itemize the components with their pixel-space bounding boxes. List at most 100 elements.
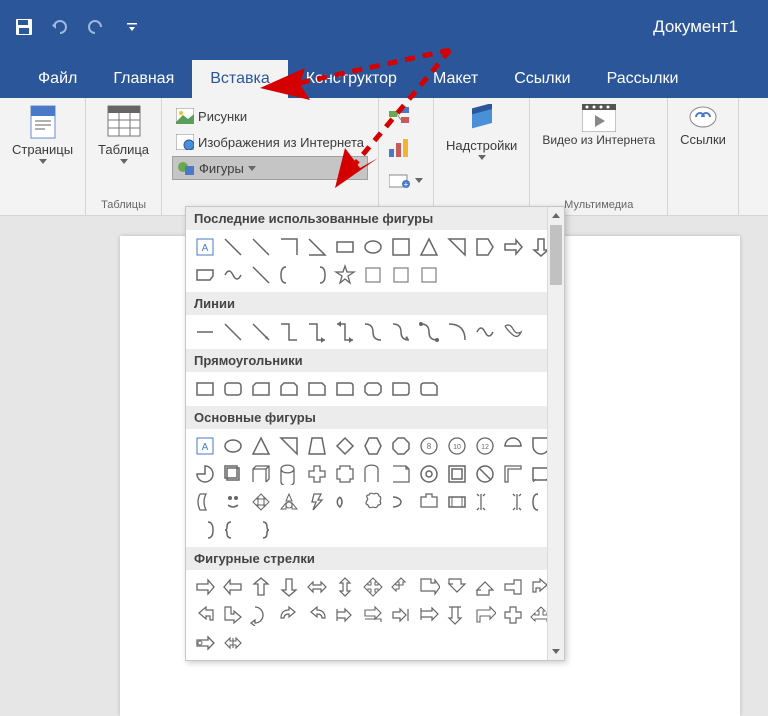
shape-item[interactable]: [276, 234, 302, 260]
shape-item[interactable]: [220, 630, 246, 656]
shape-item[interactable]: [192, 574, 218, 600]
addins-button[interactable]: Надстройки: [442, 102, 521, 162]
shapes-button[interactable]: Фигуры: [172, 156, 368, 180]
shape-item[interactable]: [360, 234, 386, 260]
shape-item[interactable]: [332, 376, 358, 402]
shape-item[interactable]: [416, 461, 442, 487]
tab-mailings[interactable]: Рассылки: [589, 60, 697, 98]
scroll-up-arrow[interactable]: [548, 207, 564, 224]
shape-item[interactable]: [248, 602, 274, 628]
shape-item[interactable]: [360, 461, 386, 487]
online-video-button[interactable]: Видео из Интернета: [538, 102, 659, 149]
shape-item[interactable]: [220, 489, 246, 515]
shapes-scrollbar[interactable]: [547, 207, 564, 660]
shape-item[interactable]: [500, 433, 526, 459]
shape-item[interactable]: [248, 433, 274, 459]
shape-item[interactable]: A: [192, 234, 218, 260]
shape-item[interactable]: [360, 433, 386, 459]
shape-item[interactable]: [500, 574, 526, 600]
shape-item[interactable]: [304, 461, 330, 487]
shape-item[interactable]: [276, 574, 302, 600]
shape-item[interactable]: [444, 319, 470, 345]
shape-item[interactable]: [332, 262, 358, 288]
links-button[interactable]: Ссылки: [676, 102, 730, 149]
shape-item[interactable]: A: [192, 433, 218, 459]
shape-item[interactable]: [388, 262, 414, 288]
shape-item[interactable]: [444, 574, 470, 600]
shape-item[interactable]: [360, 376, 386, 402]
shape-item[interactable]: [332, 489, 358, 515]
shape-item[interactable]: [500, 489, 526, 515]
save-button[interactable]: [10, 13, 38, 41]
shape-item[interactable]: [220, 376, 246, 402]
shape-item[interactable]: [500, 234, 526, 260]
shape-item[interactable]: [192, 376, 218, 402]
shape-item[interactable]: [304, 376, 330, 402]
shape-item[interactable]: [276, 461, 302, 487]
shape-item[interactable]: [416, 489, 442, 515]
shape-item[interactable]: [332, 319, 358, 345]
shape-item[interactable]: [360, 489, 386, 515]
shape-item[interactable]: [388, 319, 414, 345]
shape-item[interactable]: [220, 234, 246, 260]
shape-item[interactable]: [220, 574, 246, 600]
shape-item[interactable]: 8: [416, 433, 442, 459]
shape-item[interactable]: [332, 433, 358, 459]
shape-item[interactable]: [416, 376, 442, 402]
shape-item[interactable]: [444, 489, 470, 515]
shape-item[interactable]: [248, 461, 274, 487]
smartart-button[interactable]: [385, 104, 427, 128]
shape-item[interactable]: [472, 602, 498, 628]
shape-item[interactable]: [304, 433, 330, 459]
shape-item[interactable]: [472, 234, 498, 260]
shape-item[interactable]: [388, 234, 414, 260]
shape-item[interactable]: 10: [444, 433, 470, 459]
shape-item[interactable]: [192, 319, 218, 345]
shape-item[interactable]: [388, 602, 414, 628]
shape-item[interactable]: [304, 262, 330, 288]
shape-item[interactable]: [248, 376, 274, 402]
shape-item[interactable]: [276, 319, 302, 345]
pictures-button[interactable]: Рисунки: [172, 104, 368, 128]
shape-item[interactable]: [444, 461, 470, 487]
shape-item[interactable]: [220, 262, 246, 288]
shape-item[interactable]: [192, 630, 218, 656]
shape-item[interactable]: [276, 262, 302, 288]
shape-item[interactable]: [360, 262, 386, 288]
scroll-down-arrow[interactable]: [548, 643, 564, 660]
shape-item[interactable]: [332, 574, 358, 600]
pages-button[interactable]: Страницы: [8, 102, 77, 166]
scroll-thumb[interactable]: [550, 225, 562, 285]
chart-button[interactable]: [385, 136, 427, 160]
online-pictures-button[interactable]: Изображения из Интернета: [172, 130, 368, 154]
shape-item[interactable]: [192, 461, 218, 487]
shape-item[interactable]: [472, 489, 498, 515]
tab-layout[interactable]: Макет: [415, 60, 496, 98]
shape-item[interactable]: [332, 602, 358, 628]
shape-item[interactable]: [192, 489, 218, 515]
shape-item[interactable]: [220, 319, 246, 345]
shape-item[interactable]: [276, 433, 302, 459]
shape-item[interactable]: [248, 319, 274, 345]
shape-item[interactable]: [248, 489, 274, 515]
shape-item[interactable]: [388, 376, 414, 402]
undo-button[interactable]: [46, 13, 74, 41]
shape-item[interactable]: [500, 461, 526, 487]
shape-item[interactable]: [192, 602, 218, 628]
shape-item[interactable]: [248, 574, 274, 600]
tab-home[interactable]: Главная: [95, 60, 192, 98]
shape-item[interactable]: [220, 461, 246, 487]
shape-item[interactable]: [220, 517, 246, 543]
shape-item[interactable]: [248, 517, 274, 543]
shape-item[interactable]: [500, 602, 526, 628]
shape-item[interactable]: [304, 319, 330, 345]
shape-item[interactable]: [192, 262, 218, 288]
shape-item[interactable]: [304, 574, 330, 600]
redo-button[interactable]: [82, 13, 110, 41]
shape-item[interactable]: [416, 262, 442, 288]
shape-item[interactable]: [472, 319, 498, 345]
shape-item[interactable]: [276, 376, 302, 402]
shape-item[interactable]: [472, 461, 498, 487]
table-button[interactable]: Таблица: [94, 102, 153, 166]
shape-item[interactable]: [360, 602, 386, 628]
